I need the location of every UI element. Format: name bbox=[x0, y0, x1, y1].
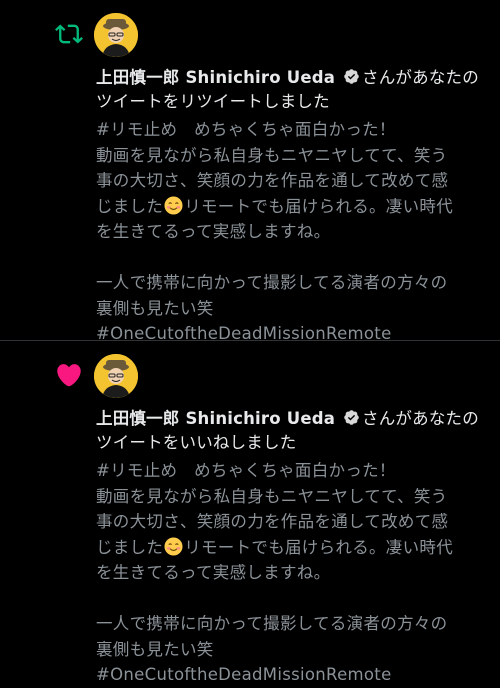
tweet-line: #リモ止め めちゃくちゃ面白かった！ bbox=[96, 461, 396, 480]
notification-like[interactable]: 上田慎一郎 Shinichiro Ueda さんがあなたのツイートをいいねしまし… bbox=[0, 341, 500, 684]
verified-badge-icon bbox=[344, 69, 359, 84]
tweet-text[interactable]: #リモ止め めちゃくちゃ面白かった！ 動画を見ながら私自身もニヤニヤしてて、笑う… bbox=[96, 458, 492, 688]
retweet-icon bbox=[55, 24, 83, 44]
tweet-line: #リモ止め めちゃくちゃ面白かった！ bbox=[96, 120, 396, 139]
tweet-line: 裏側も見たい笑 bbox=[96, 639, 214, 659]
tweet-line: を生きてるって実感しますね。 bbox=[96, 563, 331, 582]
smiling-face-emoji bbox=[164, 195, 183, 215]
avatar[interactable] bbox=[94, 13, 138, 57]
tweet-line: 事の大切さ、笑顔の力を作品を通して改めて感 bbox=[96, 171, 449, 190]
tweet-line: 事の大切さ、笑顔の力を作品を通して改めて感 bbox=[96, 512, 449, 531]
user-name[interactable]: 上田慎一郎 Shinichiro Ueda bbox=[96, 409, 335, 428]
tweet-line: 動画を見ながら私自身もニヤニヤしてて、笑う bbox=[96, 486, 448, 506]
smiling-face-emoji bbox=[164, 536, 183, 556]
tweet-line-part: リモートでも届けられる。凄い時代 bbox=[184, 196, 454, 216]
tweet-line: を生きてるって実感しますね。 bbox=[96, 222, 331, 241]
heart-icon bbox=[57, 364, 81, 387]
user-name[interactable]: 上田慎一郎 Shinichiro Ueda bbox=[96, 68, 335, 87]
tweet-line: 動画を見ながら私自身もニヤニヤしてて、笑う bbox=[96, 145, 448, 165]
notification-headline: 上田慎一郎 Shinichiro Ueda さんがあなたのツイートをリツイートし… bbox=[96, 66, 492, 114]
tweet-line-part: リモートでも届けられる。凄い時代 bbox=[184, 537, 454, 557]
tweet-line: 裏側も見たい笑 bbox=[96, 298, 214, 318]
tweet-line: 一人で携帯に向かって撮影してる演者の方々の bbox=[96, 273, 448, 292]
avatar-image bbox=[94, 354, 138, 398]
notification-retweet[interactable]: 上田慎一郎 Shinichiro Ueda さんがあなたのツイートをリツイートし… bbox=[0, 0, 500, 343]
avatar[interactable] bbox=[94, 354, 138, 398]
tweet-line: 一人で携帯に向かって撮影してる演者の方々の bbox=[96, 614, 448, 633]
tweet-line-part: じました bbox=[96, 537, 164, 557]
tweet-line-part: じました bbox=[96, 196, 164, 216]
tweet-line: じました リモートでも届けられる。凄い時代 bbox=[96, 194, 492, 220]
tweet-line: じました リモートでも届けられる。凄い時代 bbox=[96, 535, 492, 561]
notification-headline: 上田慎一郎 Shinichiro Ueda さんがあなたのツイートをいいねしまし… bbox=[96, 407, 492, 455]
avatar-image bbox=[94, 13, 138, 57]
verified-badge-icon bbox=[344, 410, 359, 425]
tweet-text[interactable]: #リモ止め めちゃくちゃ面白かった！ 動画を見ながら私自身もニヤニヤしてて、笑う… bbox=[96, 117, 492, 347]
hashtag-link[interactable]: #OneCutoftheDeadMissionRemote bbox=[96, 662, 492, 688]
